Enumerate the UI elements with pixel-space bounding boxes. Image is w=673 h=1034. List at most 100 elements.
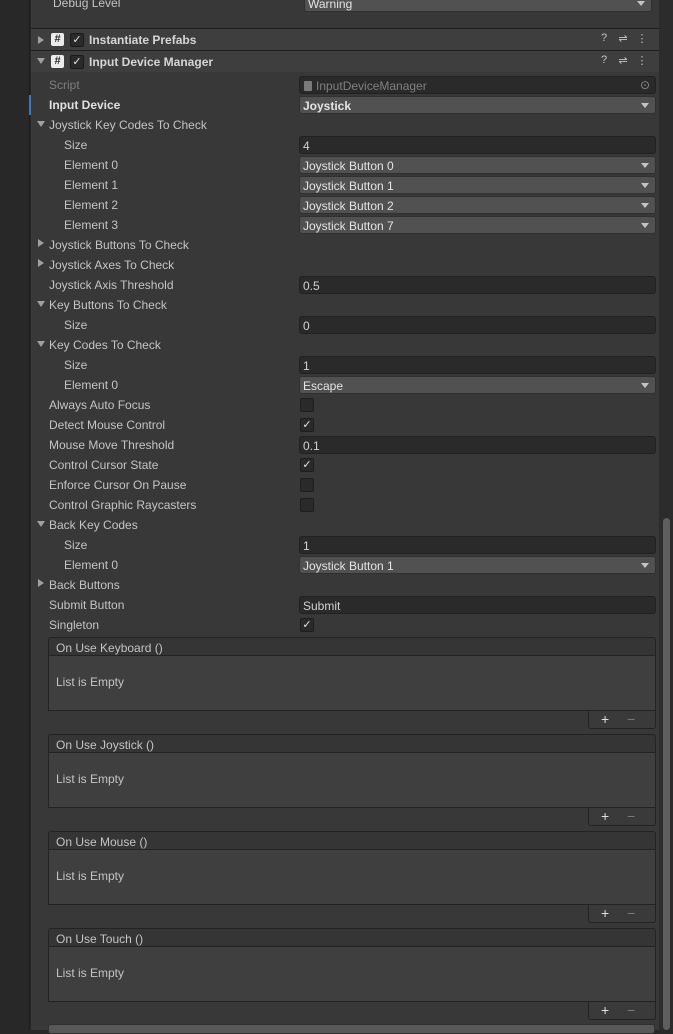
size-input[interactable]: 1 <box>299 536 656 554</box>
back-key-codes-size-row: Size 1 <box>31 535 659 555</box>
add-listener-button[interactable]: + <box>601 809 609 823</box>
element-dropdown[interactable]: Joystick Button 7 <box>299 216 656 234</box>
back-key-codes-foldout[interactable]: Back Key Codes <box>31 515 659 535</box>
script-label: Script <box>49 78 80 92</box>
control-graphic-raycasters-label: Control Graphic Raycasters <box>49 498 197 512</box>
joystick-axis-threshold-input[interactable]: 0.5 <box>299 276 656 294</box>
help-icon[interactable]: ? <box>597 54 611 66</box>
submit-button-input[interactable]: Submit <box>299 596 656 614</box>
foldout-arrow-icon[interactable] <box>37 341 45 347</box>
debug-level-value: Warning <box>308 0 353 11</box>
submit-button-label: Submit Button <box>49 598 125 612</box>
foldout-arrow-icon[interactable] <box>37 58 45 64</box>
mouse-move-threshold-input[interactable]: 0.1 <box>299 436 656 454</box>
selection-marker <box>29 95 31 115</box>
preset-settings-icon[interactable]: ⇌ <box>616 54 630 67</box>
element-dropdown[interactable]: Joystick Button 2 <box>299 196 656 214</box>
more-options-icon[interactable]: ⋮ <box>635 54 649 67</box>
object-picker-icon[interactable]: ⊙ <box>640 78 650 92</box>
submit-button-value: Submit <box>303 599 341 613</box>
joystick-axes-foldout[interactable]: Joystick Axes To Check <box>31 255 659 275</box>
add-listener-button[interactable]: + <box>601 1003 609 1017</box>
event-header: On Use Touch () <box>48 928 656 947</box>
event-header: On Use Joystick () <box>48 734 656 753</box>
preset-settings-icon[interactable]: ⇌ <box>616 32 630 45</box>
element-label: Element 0 <box>64 158 119 172</box>
size-label: Size <box>64 358 88 372</box>
joystick-key-codes-foldout[interactable]: Joystick Key Codes To Check <box>31 115 659 135</box>
remove-listener-button[interactable]: − <box>627 712 635 726</box>
component-header-icons: ? ⇌ ⋮ <box>591 54 651 70</box>
enforce-cursor-on-pause-label: Enforce Cursor On Pause <box>49 478 187 492</box>
chevron-down-icon <box>641 383 649 388</box>
debug-level-row: Debug Level Warning <box>31 0 659 13</box>
vertical-scrollbar[interactable] <box>659 0 673 1030</box>
input-device-dropdown[interactable]: Joystick <box>299 96 656 114</box>
event-list-footer: + − <box>588 808 656 826</box>
back-key-codes-label: Back Key Codes <box>49 518 138 532</box>
foldout-arrow-icon[interactable] <box>38 36 44 44</box>
remove-listener-button[interactable]: − <box>627 809 635 823</box>
element-dropdown[interactable]: Escape <box>299 376 656 394</box>
add-listener-button[interactable]: + <box>601 906 609 920</box>
size-input[interactable]: 0 <box>299 316 656 334</box>
enforce-cursor-on-pause-row: Enforce Cursor On Pause <box>31 475 659 495</box>
component-enabled-checkbox[interactable]: ✓ <box>70 33 84 47</box>
inspector-panel: Debug Level Warning # ✓ Instantiate Pref… <box>29 0 659 1030</box>
mouse-move-threshold-row: Mouse Move Threshold 0.1 <box>31 435 659 455</box>
always-auto-focus-checkbox[interactable] <box>300 398 314 412</box>
foldout-arrow-icon[interactable] <box>38 259 44 267</box>
singleton-label: Singleton <box>49 618 100 632</box>
singleton-row: Singleton ✓ <box>31 615 659 635</box>
add-listener-button[interactable]: + <box>601 712 609 726</box>
element-dropdown[interactable]: Joystick Button 1 <box>299 176 656 194</box>
joystick-axis-threshold-label: Joystick Axis Threshold <box>49 278 174 292</box>
joystick-buttons-foldout[interactable]: Joystick Buttons To Check <box>31 235 659 255</box>
key-buttons-foldout[interactable]: Key Buttons To Check <box>31 295 659 315</box>
element-label: Element 2 <box>64 198 119 212</box>
control-cursor-state-checkbox[interactable]: ✓ <box>300 458 314 472</box>
joystick-axis-threshold-row: Joystick Axis Threshold 0.5 <box>31 275 659 295</box>
element-dropdown[interactable]: Joystick Button 1 <box>299 556 656 574</box>
joystick-element-0-row: Element 0 Joystick Button 0 <box>31 155 659 175</box>
foldout-arrow-icon[interactable] <box>38 579 44 587</box>
foldout-arrow-icon[interactable] <box>37 521 45 527</box>
component-header-input-device-manager[interactable]: # ✓ Input Device Manager ? ⇌ ⋮ <box>31 50 659 72</box>
remove-listener-button[interactable]: − <box>627 1003 635 1017</box>
back-buttons-foldout[interactable]: Back Buttons <box>31 575 659 595</box>
key-codes-foldout[interactable]: Key Codes To Check <box>31 335 659 355</box>
size-input[interactable]: 4 <box>299 136 656 154</box>
script-object-field[interactable]: InputDeviceManager ⊙ <box>299 76 656 94</box>
component-header-instantiate-prefabs[interactable]: # ✓ Instantiate Prefabs ? ⇌ ⋮ <box>31 28 659 50</box>
foldout-arrow-icon[interactable] <box>37 301 45 307</box>
more-options-icon[interactable]: ⋮ <box>635 32 649 45</box>
size-input[interactable]: 1 <box>299 356 656 374</box>
component-header-icons: ? ⇌ ⋮ <box>591 32 651 48</box>
singleton-checkbox[interactable]: ✓ <box>300 618 314 632</box>
back-buttons-label: Back Buttons <box>49 578 120 592</box>
component-enabled-checkbox[interactable]: ✓ <box>70 55 84 69</box>
foldout-arrow-icon[interactable] <box>37 121 45 127</box>
foldout-arrow-icon[interactable] <box>38 239 44 247</box>
component-title: Input Device Manager <box>89 55 214 69</box>
element-label: Element 0 <box>64 558 119 572</box>
add-component-button[interactable] <box>48 1024 655 1034</box>
key-codes-size-row: Size 1 <box>31 355 659 375</box>
scrollbar-thumb[interactable] <box>663 518 670 1030</box>
key-buttons-label: Key Buttons To Check <box>49 298 167 312</box>
control-graphic-raycasters-checkbox[interactable] <box>300 498 314 512</box>
enforce-cursor-on-pause-checkbox[interactable] <box>300 478 314 492</box>
help-icon[interactable]: ? <box>597 32 611 44</box>
element-value: Joystick Button 1 <box>303 559 394 573</box>
debug-level-dropdown[interactable]: Warning <box>304 0 652 12</box>
event-list-body: List is Empty <box>48 850 656 905</box>
input-device-row: Input Device Joystick <box>29 95 659 115</box>
chevron-down-icon <box>641 203 649 208</box>
detect-mouse-control-checkbox[interactable]: ✓ <box>300 418 314 432</box>
element-dropdown[interactable]: Joystick Button 0 <box>299 156 656 174</box>
event-list-footer: + − <box>588 905 656 923</box>
element-value: Joystick Button 0 <box>303 159 394 173</box>
remove-listener-button[interactable]: − <box>627 906 635 920</box>
joystick-element-1-row: Element 1 Joystick Button 1 <box>31 175 659 195</box>
submit-button-row: Submit Button Submit <box>31 595 659 615</box>
